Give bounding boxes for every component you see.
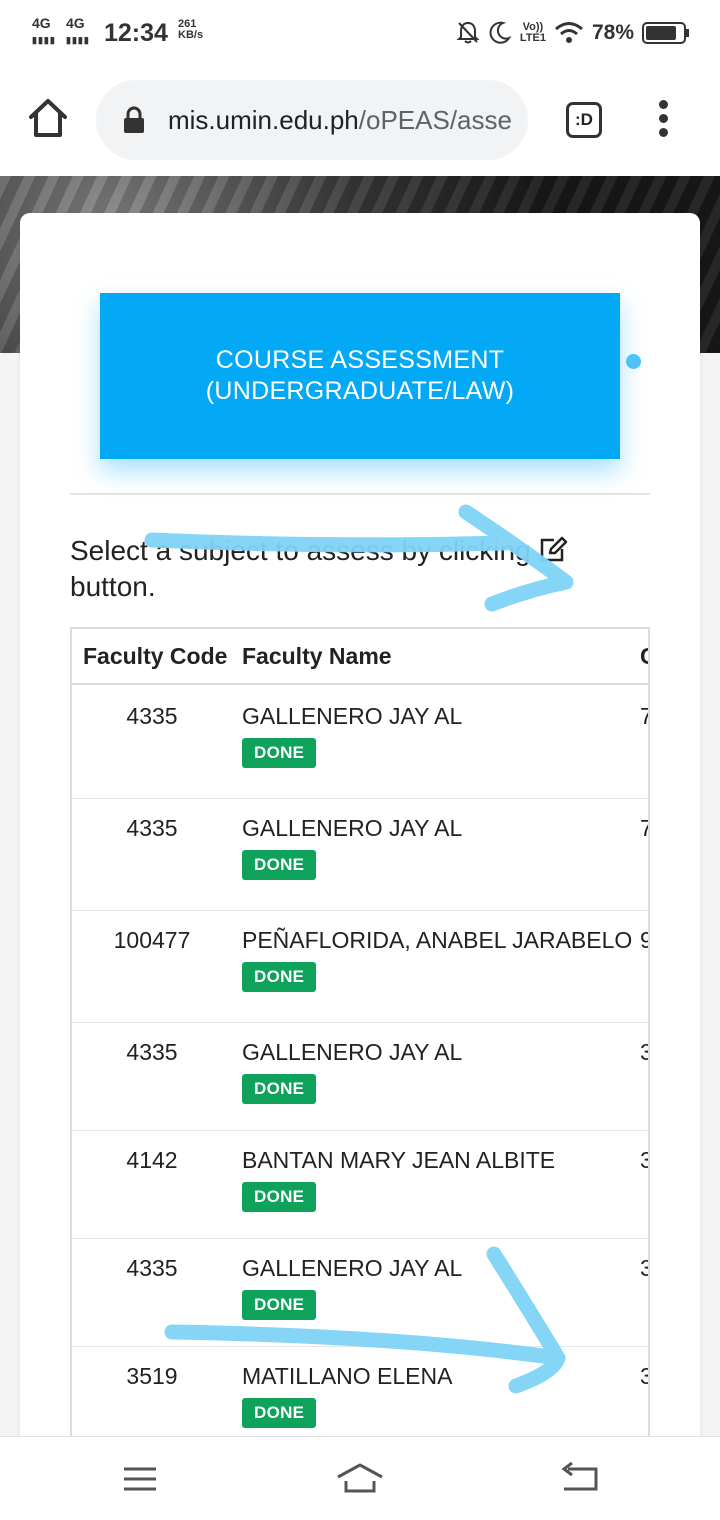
title-line-2: (UNDERGRADUATE/LAW) [205, 377, 515, 405]
faculty-name: GALLENERO JAY AL [242, 703, 463, 729]
divider [70, 493, 650, 495]
network-indicator-1: 4G ▮▮▮▮ [32, 16, 56, 47]
title-line-1: COURSE ASSESSMENT [215, 346, 505, 374]
url-text: mis.umin.edu.ph/oPEAS/asse [168, 105, 512, 136]
table-row[interactable]: 4335 GALLENERO JAY AL DONE 3 [72, 1239, 648, 1347]
signal-bars-icon: ▮▮▮▮ [66, 35, 90, 45]
mute-bell-icon [456, 21, 480, 44]
lock-icon [124, 106, 144, 133]
truncated-cell: 3 [640, 1255, 648, 1282]
status-badge: DONE [242, 1182, 317, 1212]
table-header: Faculty Code Faculty Name C [72, 629, 648, 685]
table-row[interactable]: 4335 GALLENERO JAY AL DONE 7 [72, 687, 648, 799]
faculty-name: GALLENERO JAY AL [242, 815, 463, 841]
system-home-icon[interactable] [336, 1461, 384, 1497]
faculty-name: MATILLANO ELENA [242, 1363, 453, 1389]
truncated-cell: 3 [640, 1363, 648, 1390]
faculty-code: 100477 [113, 927, 191, 953]
volte-indicator: Vo)) LTE1 [520, 22, 546, 44]
more-options-icon[interactable] [654, 100, 672, 140]
truncated-cell: 3 [640, 1147, 648, 1174]
instruction-before: Select a subject to assess by clicking [70, 535, 531, 566]
status-bar: 4G ▮▮▮▮ 4G ▮▮▮▮ 12:34 261 KB/s Vo)) LTE1… [0, 0, 720, 66]
moon-icon [489, 21, 512, 44]
battery-icon [642, 22, 689, 44]
network-type-label: 4G [32, 15, 51, 31]
truncated-cell: 7 [640, 815, 648, 842]
status-badge: DONE [242, 1290, 317, 1320]
header-next-column: C [640, 643, 648, 670]
wifi-icon [555, 22, 583, 43]
truncated-cell: 9 [640, 927, 648, 954]
table-row[interactable]: 4142 BANTAN MARY JEAN ALBITE DONE 3 [72, 1131, 648, 1239]
address-bar[interactable]: mis.umin.edu.ph/oPEAS/asse [96, 80, 528, 160]
recent-apps-icon[interactable] [120, 1461, 160, 1497]
network-speed: 261 KB/s [178, 19, 203, 41]
instruction-after: button. [70, 571, 156, 602]
home-icon[interactable] [26, 96, 70, 140]
status-icons: Vo)) LTE1 78% [456, 18, 690, 48]
instruction-text: Select a subject to assess by clicking b… [70, 533, 630, 605]
faculty-code: 4335 [126, 1255, 178, 1281]
system-navigation-bar [0, 1436, 720, 1520]
status-badge: DONE [242, 738, 317, 768]
table-row[interactable]: 4335 GALLENERO JAY AL DONE 7 [72, 799, 648, 911]
faculty-code: 3519 [126, 1363, 178, 1389]
status-badge: DONE [242, 1074, 317, 1104]
tab-switcher-label: :D [575, 110, 593, 129]
speed-unit: KB/s [178, 29, 204, 41]
url-path: /oPEAS/asse [358, 104, 512, 135]
clock: 12:34 [104, 19, 168, 47]
status-badge: DONE [242, 962, 317, 992]
browser-toolbar: mis.umin.edu.ph/oPEAS/asse :D [0, 66, 720, 176]
table-row[interactable]: 100477 PEÑAFLORIDA, ANABEL JARABELO DONE… [72, 911, 648, 1023]
back-icon[interactable] [560, 1461, 600, 1497]
decorative-dot [626, 354, 641, 369]
faculty-table[interactable]: Faculty Code Faculty Name C 4335 GALLENE… [70, 627, 650, 1473]
network-indicator-2: 4G ▮▮▮▮ [66, 16, 90, 47]
status-badge: DONE [242, 1398, 317, 1428]
header-faculty-code: Faculty Code [83, 642, 228, 669]
faculty-name: BANTAN MARY JEAN ALBITE [242, 1147, 556, 1173]
signal-bars-icon: ▮▮▮▮ [32, 35, 56, 45]
url-host: mis.umin.edu.ph [168, 104, 359, 135]
truncated-cell: 7 [640, 703, 648, 730]
faculty-code: 4335 [126, 815, 178, 841]
faculty-name: GALLENERO JAY AL [242, 1039, 463, 1065]
table-row[interactable]: 4335 GALLENERO JAY AL DONE 3 [72, 1023, 648, 1131]
header-faculty-name: Faculty Name [242, 642, 392, 669]
network-type-label: 4G [66, 15, 85, 31]
title-banner: COURSE ASSESSMENT (UNDERGRADUATE/LAW) [100, 293, 620, 459]
faculty-name: PEÑAFLORIDA, ANABEL JARABELO [242, 927, 633, 953]
faculty-code: 4142 [126, 1147, 178, 1173]
truncated-cell: 3 [640, 1039, 648, 1066]
battery-percent: 78% [591, 21, 634, 44]
faculty-code: 4335 [126, 1039, 178, 1065]
faculty-code: 4335 [126, 703, 178, 729]
status-badge: DONE [242, 850, 317, 880]
lte-label: LTE1 [519, 32, 546, 44]
tab-switcher-button[interactable]: :D [566, 102, 602, 138]
faculty-name: GALLENERO JAY AL [242, 1255, 463, 1281]
edit-icon [541, 536, 568, 562]
assessment-card: COURSE ASSESSMENT (UNDERGRADUATE/LAW) Se… [20, 213, 700, 1473]
